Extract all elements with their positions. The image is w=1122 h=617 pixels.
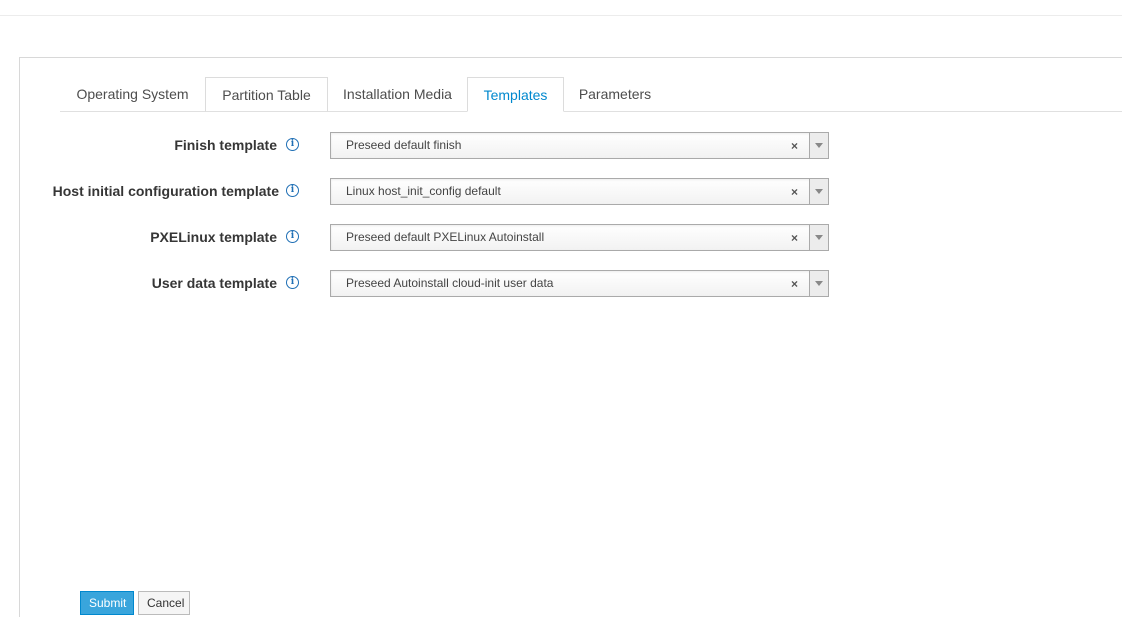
chevron-down-icon[interactable] <box>809 225 828 250</box>
tab-bar: Operating System Partition Table Install… <box>60 77 1122 112</box>
user-data-template-label: User data template <box>151 275 277 291</box>
tab-partition-table[interactable]: Partition Table <box>205 77 328 112</box>
finish-template-value: Preseed default finish <box>346 138 462 152</box>
user-data-template-select[interactable]: Preseed Autoinstall cloud-init user data… <box>330 270 829 297</box>
submit-button[interactable]: Submit <box>80 591 134 615</box>
tab-installation-media[interactable]: Installation Media <box>328 77 467 112</box>
tab-parameters[interactable]: Parameters <box>564 77 666 112</box>
pxelinux-template-label: PXELinux template <box>150 229 277 245</box>
header-divider <box>0 15 1122 16</box>
info-icon[interactable]: i <box>286 276 299 289</box>
chevron-down-icon[interactable] <box>809 271 828 296</box>
tab-operating-system[interactable]: Operating System <box>60 77 205 112</box>
tab-templates[interactable]: Templates <box>467 77 564 112</box>
chevron-down-icon[interactable] <box>809 133 828 158</box>
finish-template-select[interactable]: Preseed default finish × <box>330 132 829 159</box>
host-init-config-template-value: Linux host_init_config default <box>346 184 501 198</box>
clear-icon[interactable]: × <box>791 271 798 297</box>
pxelinux-template-value: Preseed default PXELinux Autoinstall <box>346 230 545 244</box>
chevron-down-icon[interactable] <box>809 179 828 204</box>
clear-icon[interactable]: × <box>791 179 798 205</box>
pxelinux-template-select[interactable]: Preseed default PXELinux Autoinstall × <box>330 224 829 251</box>
host-init-config-template-label: Host initial configuration template <box>52 183 279 199</box>
host-init-config-template-select[interactable]: Linux host_init_config default × <box>330 178 829 205</box>
info-icon[interactable]: i <box>286 184 299 197</box>
clear-icon[interactable]: × <box>791 133 798 159</box>
finish-template-label: Finish template <box>174 137 277 153</box>
user-data-template-value: Preseed Autoinstall cloud-init user data <box>346 276 554 290</box>
info-icon[interactable]: i <box>286 230 299 243</box>
info-icon[interactable]: i <box>286 138 299 151</box>
clear-icon[interactable]: × <box>791 225 798 251</box>
cancel-button[interactable]: Cancel <box>138 591 190 615</box>
